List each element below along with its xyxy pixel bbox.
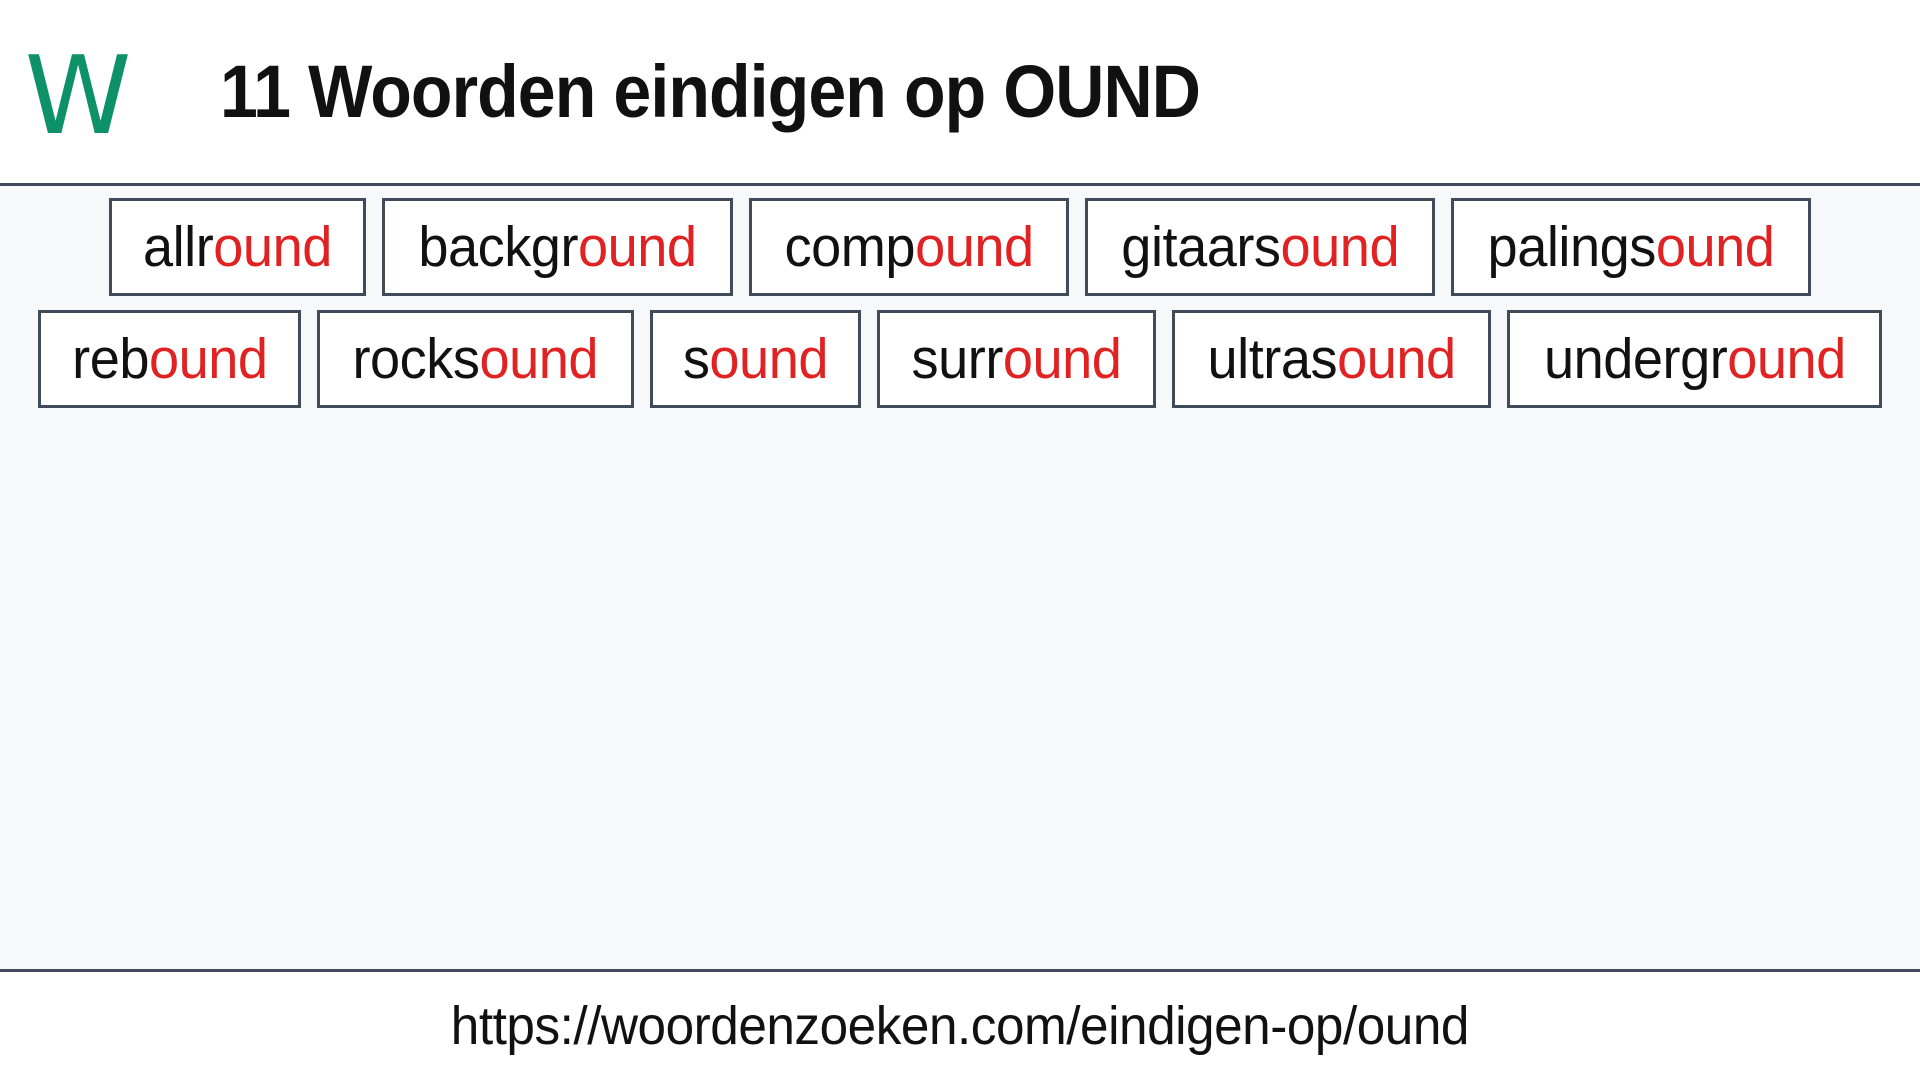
- word-prefix: gitaars: [1121, 214, 1281, 279]
- word-box[interactable]: rebound: [37, 310, 302, 408]
- word-prefix: undergr: [1543, 326, 1728, 391]
- word-row: rebound rocksound sound surround ultrasound u…: [20, 310, 1900, 408]
- word-list-container: allround background compound gitaarsound pal…: [0, 186, 1920, 972]
- word-suffix-highlight: ound: [1656, 214, 1775, 279]
- word-prefix: rocks: [352, 326, 480, 391]
- word-prefix: reb: [71, 326, 149, 391]
- site-logo[interactable]: W: [0, 33, 150, 151]
- word-box[interactable]: palingsound: [1451, 198, 1812, 296]
- word-box[interactable]: rocksound: [317, 310, 634, 408]
- word-suffix-highlight: ound: [709, 326, 828, 391]
- page-title: 11 Woorden eindigen op OUND: [220, 50, 1201, 133]
- word-box[interactable]: ultrasound: [1171, 310, 1491, 408]
- word-prefix: comp: [784, 214, 915, 279]
- source-url[interactable]: https://woordenzoeken.com/eindigen-op/ou…: [451, 995, 1470, 1057]
- page-root: W 11 Woorden eindigen op OUND allround ba…: [0, 0, 1920, 1080]
- word-row: allround background compound gitaarsound pal…: [20, 198, 1900, 296]
- word-text: surround: [911, 330, 1121, 388]
- word-prefix: palings: [1487, 214, 1657, 279]
- word-prefix: surr: [911, 326, 1003, 391]
- word-text: background: [418, 218, 697, 276]
- word-box[interactable]: sound: [649, 310, 861, 408]
- word-suffix-highlight: ound: [577, 214, 697, 279]
- word-suffix-highlight: ound: [1336, 326, 1456, 391]
- logo-w-icon: W: [24, 33, 132, 159]
- word-prefix: s: [682, 326, 710, 391]
- word-prefix: backgr: [417, 214, 578, 279]
- word-suffix-highlight: ound: [479, 326, 599, 391]
- word-text: ultrasound: [1207, 330, 1456, 388]
- word-text: underground: [1544, 330, 1846, 388]
- page-footer: https://woordenzoeken.com/eindigen-op/ou…: [0, 972, 1920, 1080]
- word-text: palingsound: [1488, 218, 1775, 276]
- word-suffix-highlight: ound: [1002, 326, 1121, 391]
- word-prefix: allr: [142, 214, 214, 279]
- word-text: allround: [143, 218, 332, 276]
- word-box[interactable]: surround: [876, 310, 1156, 408]
- word-prefix: ultras: [1207, 326, 1337, 391]
- word-suffix-highlight: ound: [213, 214, 332, 279]
- word-text: rebound: [72, 330, 268, 388]
- word-suffix-highlight: ound: [1726, 326, 1846, 391]
- word-text: gitaarsound: [1121, 218, 1399, 276]
- word-suffix-highlight: ound: [1280, 214, 1399, 279]
- page-header: W 11 Woorden eindigen op OUND: [0, 0, 1920, 186]
- word-box[interactable]: gitaarsound: [1084, 198, 1436, 296]
- word-suffix-highlight: ound: [148, 326, 268, 391]
- word-text: sound: [683, 330, 829, 388]
- word-box[interactable]: compound: [748, 198, 1069, 296]
- word-box[interactable]: underground: [1506, 310, 1883, 408]
- word-text: rocksound: [353, 330, 599, 388]
- word-text: compound: [784, 218, 1034, 276]
- word-box[interactable]: allround: [108, 198, 366, 296]
- word-box[interactable]: background: [381, 198, 733, 296]
- word-suffix-highlight: ound: [914, 214, 1034, 279]
